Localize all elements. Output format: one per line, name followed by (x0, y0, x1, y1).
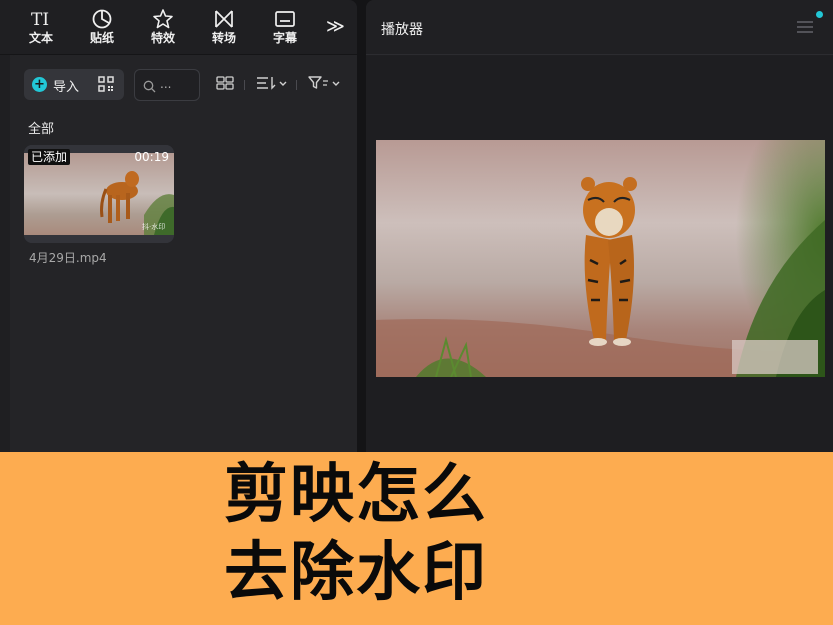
tool-transition[interactable]: 转场 (199, 8, 249, 50)
player-panel: 播放器 (366, 0, 833, 452)
sticker-icon (91, 8, 113, 30)
banner-title-line-2: 去除水印 (224, 536, 488, 610)
sort-icon[interactable] (256, 76, 288, 93)
tool-label: 贴纸 (89, 31, 114, 45)
media-clip-card[interactable]: 抖·水印 已添加 00:19 (24, 145, 174, 243)
search-placeholder: ... (160, 77, 172, 91)
banner-title-line-1: 剪映怎么 (224, 458, 488, 532)
editor-window: TI 文本 贴纸 特效 转场 字幕 ≫ + 导入 ... 全部 抖·水印 已添加… (0, 0, 833, 625)
tool-effects[interactable]: 特效 (138, 8, 188, 50)
tool-label: 特效 (150, 31, 175, 45)
divider (244, 80, 245, 90)
divider (296, 80, 297, 90)
side-strip (0, 55, 10, 452)
added-badge: 已添加 (28, 149, 71, 165)
media-panel: TI 文本 贴纸 特效 转场 字幕 ≫ + 导入 ... 全部 抖·水印 已添加… (0, 0, 357, 452)
player-title: 播放器 (381, 22, 423, 38)
tool-subtitle[interactable]: 字幕 (260, 8, 310, 50)
section-label-all: 全部 (28, 122, 55, 137)
tool-label: 转场 (211, 31, 236, 45)
tool-label: 字幕 (272, 31, 297, 45)
effects-icon (152, 8, 174, 30)
player-viewport (366, 56, 833, 452)
more-tools-button[interactable]: ≫ (326, 16, 345, 37)
import-button[interactable]: + 导入 (24, 69, 124, 100)
svg-text:TI: TI (31, 10, 49, 29)
notification-dot (816, 11, 823, 18)
qr-code-icon[interactable] (98, 76, 114, 96)
tool-text[interactable]: TI 文本 (16, 8, 66, 50)
grid-view-icon[interactable] (216, 76, 234, 93)
media-content: + 导入 ... 全部 抖·水印 已添加 00:19 4月29日.mp4 (10, 55, 357, 452)
transition-icon (213, 8, 235, 30)
clip-duration: 00:19 (134, 150, 169, 164)
clip-filename: 4月29日.mp4 (29, 251, 107, 265)
video-preview[interactable] (376, 140, 825, 377)
search-icon (143, 78, 156, 97)
import-label: 导入 (53, 80, 80, 95)
subtitle-icon (274, 8, 296, 30)
tool-sticker[interactable]: 贴纸 (77, 8, 127, 50)
text-icon: TI (30, 8, 52, 30)
tool-bar: TI 文本 贴纸 特效 转场 字幕 ≫ (0, 0, 357, 55)
svg-text:抖·水印: 抖·水印 (142, 222, 165, 231)
menu-icon[interactable] (796, 19, 814, 39)
search-field[interactable]: ... (134, 69, 200, 101)
filter-icon[interactable] (308, 76, 342, 93)
tool-label: 文本 (28, 31, 53, 45)
plus-icon: + (32, 77, 47, 92)
player-header: 播放器 (366, 0, 833, 55)
